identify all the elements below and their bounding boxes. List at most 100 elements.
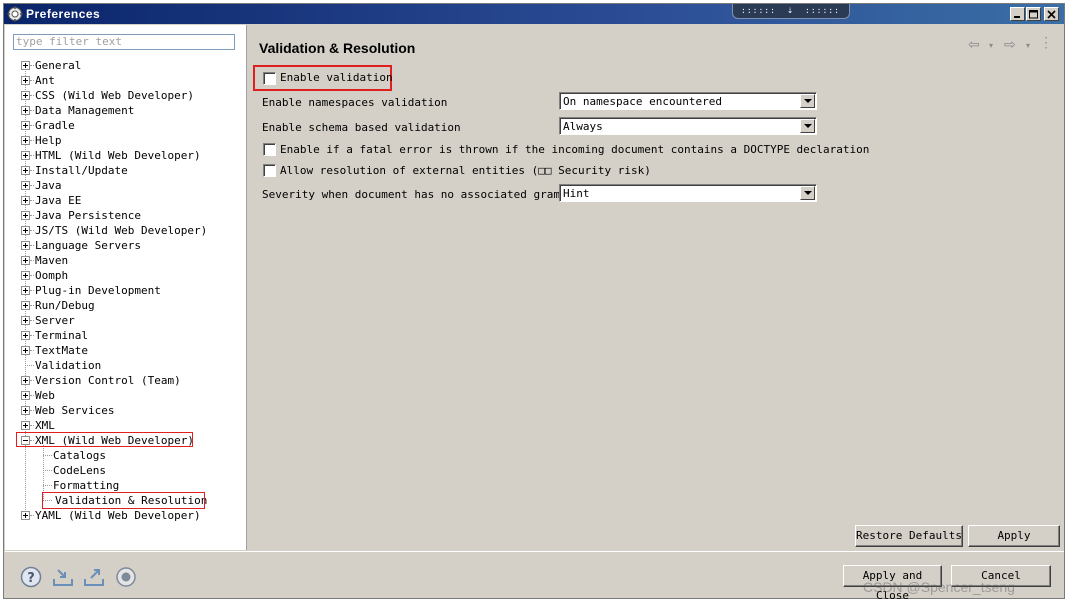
expand-plus-icon[interactable] <box>21 121 30 130</box>
tree-item[interactable]: Install/Update <box>35 163 128 178</box>
tree-connector <box>30 230 34 231</box>
tree-connector <box>30 305 34 306</box>
tree-connector <box>30 125 34 126</box>
expand-plus-icon[interactable] <box>21 151 30 160</box>
namespaces-validation-select[interactable]: On namespace encountered <box>559 92 817 110</box>
preference-tree: General Ant CSS (Wild Web Developer) Data M… <box>5 25 246 550</box>
expand-plus-icon[interactable] <box>21 166 30 175</box>
tree-item-label: Validation <box>35 359 102 372</box>
tree-item[interactable]: Terminal <box>35 328 88 343</box>
view-menu-icon[interactable]: · · · <box>1043 32 1049 54</box>
tree-connector <box>30 185 34 186</box>
schema-validation-label: Enable schema based validation <box>262 121 461 134</box>
tree-item[interactable]: XML <box>35 418 55 433</box>
tree-item[interactable]: TextMate <box>35 343 88 358</box>
expand-plus-icon[interactable] <box>21 331 30 340</box>
expand-plus-icon[interactable] <box>21 391 30 400</box>
tree-item-label: Web Services <box>35 404 115 417</box>
chevron-down-icon[interactable] <box>800 94 815 108</box>
minimize-button[interactable] <box>1010 7 1025 21</box>
expand-plus-icon[interactable] <box>21 406 30 415</box>
expand-plus-icon[interactable] <box>21 181 30 190</box>
expand-plus-icon[interactable] <box>21 256 30 265</box>
tree-item[interactable]: General <box>35 58 81 73</box>
close-button[interactable] <box>1044 7 1059 21</box>
tree-item[interactable]: Language Servers <box>35 238 141 253</box>
expand-plus-icon[interactable] <box>21 241 30 250</box>
enable-validation-checkbox[interactable] <box>263 72 276 85</box>
tree-item[interactable]: Oomph <box>35 268 68 283</box>
external-entities-checkbox[interactable] <box>263 164 276 177</box>
oomph-record-icon[interactable] <box>115 566 137 588</box>
tree-connector <box>30 80 34 81</box>
namespaces-validation-value: On namespace encountered <box>563 95 722 108</box>
expand-plus-icon[interactable] <box>21 136 30 145</box>
forward-arrow-icon[interactable]: ⇨ <box>1004 37 1016 53</box>
schema-validation-select[interactable]: Always <box>559 117 817 135</box>
tree-item[interactable]: Run/Debug <box>35 298 95 313</box>
tree-item-label: Java EE <box>35 194 82 207</box>
import-icon[interactable] <box>52 566 74 588</box>
back-arrow-icon[interactable]: ⇦ <box>968 37 980 53</box>
tree-connector <box>30 215 34 216</box>
expand-plus-icon[interactable] <box>21 106 30 115</box>
forward-menu-chevron-icon[interactable]: ▾ <box>1026 41 1030 50</box>
tree-item[interactable]: Web Services <box>35 403 114 418</box>
tree-connector <box>30 515 34 516</box>
expand-plus-icon[interactable] <box>21 376 30 385</box>
expand-plus-icon[interactable] <box>21 76 30 85</box>
expand-plus-icon[interactable] <box>21 91 30 100</box>
tree-item[interactable]: Version Control (Team) <box>35 373 181 388</box>
tree-item[interactable]: Java Persistence <box>35 208 141 223</box>
restore-defaults-button[interactable]: Restore Defaults <box>855 525 963 547</box>
tree-item[interactable]: Java <box>35 178 62 193</box>
expand-plus-icon[interactable] <box>21 421 30 430</box>
tree-item[interactable]: Java EE <box>35 193 81 208</box>
expand-plus-icon[interactable] <box>21 301 30 310</box>
preference-tree-pane: type filter text General Ant CSS (Wild Web… <box>5 25 247 550</box>
fatal-error-checkbox[interactable] <box>263 143 276 156</box>
tree-item[interactable]: Gradle <box>35 118 75 133</box>
apply-button[interactable]: Apply <box>968 525 1060 547</box>
expand-plus-icon[interactable] <box>21 61 30 70</box>
expand-plus-icon[interactable] <box>21 226 30 235</box>
tree-item[interactable]: Server <box>35 313 75 328</box>
window-drop-strip[interactable]: :::::: ⇣ :::::: <box>732 4 850 19</box>
tree-item[interactable]: Ant <box>35 73 55 88</box>
tree-item[interactable]: Plug-in Development <box>35 283 161 298</box>
chevron-down-icon[interactable] <box>800 186 815 200</box>
tree-item-label: CodeLens <box>53 464 106 477</box>
expand-plus-icon[interactable] <box>21 286 30 295</box>
export-icon[interactable] <box>83 566 105 588</box>
expand-plus-icon[interactable] <box>21 271 30 280</box>
tree-item[interactable]: Validation <box>35 358 101 373</box>
tree-item-label: Java Persistence <box>35 209 141 222</box>
back-menu-chevron-icon[interactable]: ▾ <box>989 41 993 50</box>
tree-connector <box>30 245 34 246</box>
severity-select[interactable]: Hint <box>559 184 817 202</box>
tree-item[interactable]: JS/TS (Wild Web Developer) <box>35 223 207 238</box>
title-bar[interactable]: Preferences :::::: ⇣ :::::: <box>4 4 1064 24</box>
expand-plus-icon[interactable] <box>21 316 30 325</box>
tree-item[interactable]: CSS (Wild Web Developer) <box>35 88 194 103</box>
tree-item[interactable]: YAML (Wild Web Developer) <box>35 508 201 523</box>
tree-item[interactable]: Data Management <box>35 103 134 118</box>
tree-item-label: JS/TS (Wild Web Developer) <box>35 224 208 237</box>
tree-item[interactable]: Catalogs <box>53 448 106 463</box>
tree-item[interactable]: Help <box>35 133 62 148</box>
expand-plus-icon[interactable] <box>21 511 30 520</box>
help-icon[interactable]: ? <box>20 566 42 588</box>
expand-plus-icon[interactable] <box>21 346 30 355</box>
tree-connector <box>30 140 34 141</box>
expand-plus-icon[interactable] <box>21 196 30 205</box>
tree-item[interactable]: Formatting <box>53 478 119 493</box>
chevron-down-icon[interactable] <box>800 119 815 133</box>
tree-item[interactable]: Web <box>35 388 55 403</box>
tree-item[interactable]: Maven <box>35 253 68 268</box>
maximize-icon <box>1029 10 1038 19</box>
tree-item[interactable]: HTML (Wild Web Developer) <box>35 148 201 163</box>
maximize-button[interactable] <box>1026 7 1041 21</box>
expand-plus-icon[interactable] <box>21 211 30 220</box>
tree-item-label: Plug-in Development <box>35 284 161 297</box>
tree-item[interactable]: CodeLens <box>53 463 106 478</box>
